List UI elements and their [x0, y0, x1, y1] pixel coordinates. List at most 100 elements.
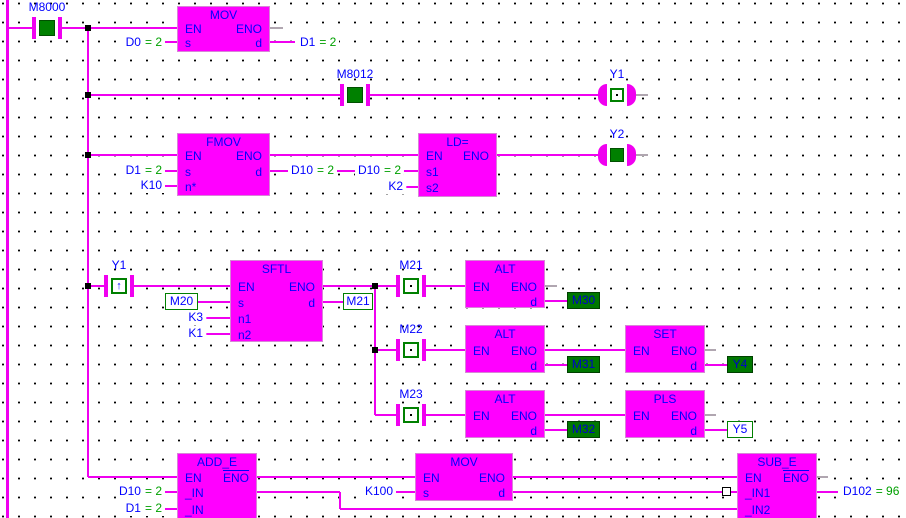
fbd-block-mov-2[interactable]: MOVENENOsd [415, 453, 513, 501]
coil-paren-right-icon [627, 144, 636, 166]
wire [323, 301, 343, 303]
contact-bar-icon [340, 84, 344, 106]
operand-value: = 2 [145, 501, 162, 515]
pin-label: d [690, 423, 697, 439]
operand-label-K2[interactable]: K2 [385, 179, 406, 194]
device-box-M20[interactable]: M20 [165, 293, 198, 310]
wire [705, 429, 727, 431]
wire [636, 94, 648, 96]
operand-label-D0[interactable]: D0 = 2 [123, 35, 165, 50]
operand-label-D1[interactable]: D1 = 2 [123, 501, 165, 516]
ladder-editor-canvas: MOVENENOsdFMOVENENOsdn*LD=ENENOs1s2SFTLE… [0, 0, 906, 518]
wire [636, 154, 648, 156]
contact-state-off-icon [403, 278, 419, 294]
pin-label: s [185, 164, 191, 180]
pin-label: EN [633, 408, 650, 424]
wire-junction [85, 152, 91, 158]
pin-label: ENO [671, 408, 697, 424]
operand-label-D10[interactable]: D10= 2 [355, 163, 404, 178]
pin-label: d [498, 485, 505, 501]
fbd-block-sftl[interactable]: SFTLENENOsdn1n2 [230, 260, 323, 342]
operand-label-K10[interactable]: K10 [138, 178, 165, 193]
device-box-Y4[interactable]: Y4 [727, 356, 753, 373]
fbd-block-fmov[interactable]: FMOVENENOsdn* [177, 133, 270, 196]
wire [545, 300, 567, 302]
pin-label: _IN2 [745, 502, 770, 518]
contact-M8000[interactable] [32, 17, 62, 39]
pin-label: ENO [511, 279, 537, 295]
coil-Y2[interactable] [598, 144, 636, 166]
wire [88, 154, 179, 156]
wire [817, 491, 838, 493]
pin-label: d [690, 358, 697, 374]
wire [513, 491, 737, 493]
contact-Y1[interactable]: ↑ [104, 275, 134, 297]
pin-label: EN [633, 343, 650, 359]
wire-junction [85, 25, 91, 31]
contact-device-label: M22 [371, 322, 451, 336]
contact-rising-edge-icon: ↑ [111, 278, 127, 294]
wire [257, 476, 415, 478]
contact-bar-icon [32, 17, 36, 39]
fbd-block-set[interactable]: SETENENOd [625, 325, 705, 373]
operand-label-D102[interactable]: D102= 96 [840, 484, 902, 499]
pin-label: ENO [479, 470, 505, 486]
operand-label-D1[interactable]: D1= 2 [297, 35, 339, 50]
device-box-M32[interactable]: M32 [567, 421, 600, 438]
device-box-M30[interactable]: M30 [567, 292, 600, 309]
pin-label: EN [185, 148, 202, 164]
pin-label: _IN [185, 485, 204, 501]
operand-label-D10[interactable]: D10= 2 [288, 163, 337, 178]
wire [545, 285, 557, 287]
operand-device: D1 [126, 501, 141, 515]
fbd-block-alt-3[interactable]: ALTENENOd [465, 390, 545, 438]
pin-label: ENO [223, 470, 249, 486]
pin-label: ENO [783, 470, 809, 486]
fbd-block-alt-2[interactable]: ALTENENOd [465, 325, 545, 373]
operand-device: D10 [119, 484, 141, 498]
contact-M22[interactable] [396, 339, 426, 361]
contact-M23[interactable] [396, 404, 426, 426]
block-title: MOV [178, 8, 269, 22]
block-title: SUB_E [738, 455, 816, 469]
coil-Y1[interactable] [598, 84, 636, 106]
pin-label: _IN [185, 502, 204, 518]
pin-label: n1 [238, 311, 251, 327]
fbd-block-pls[interactable]: PLS EN ENOd [625, 390, 705, 438]
operand-label-D1[interactable]: D1= 2 [123, 163, 165, 178]
contact-bar-icon [422, 275, 426, 297]
device-box-Y5[interactable]: Y5 [727, 421, 753, 438]
wire [340, 508, 737, 510]
fbd-block-add-e[interactable]: ADD_EENENO_IN_IN [177, 453, 257, 518]
contact-device-label: M8000 [7, 0, 87, 14]
operand-label-K1[interactable]: K1 [185, 326, 206, 341]
operand-label-K100[interactable]: K100 [362, 484, 396, 499]
pin-label: ENO [671, 343, 697, 359]
block-title: PLS [626, 392, 704, 406]
contact-device-label: M23 [371, 387, 451, 401]
contact-state-on-icon [39, 20, 55, 36]
pin-label: ENO [511, 343, 537, 359]
fbd-block-mov-1[interactable]: MOVENENOsd [177, 6, 270, 52]
device-box-M31[interactable]: M31 [567, 356, 600, 373]
device-box-M21[interactable]: M21 [343, 293, 373, 310]
fbd-block-alt-1[interactable]: ALTENENOd [465, 260, 545, 308]
fbd-block-sub-e[interactable]: SUB_EENENO_IN1_IN2 [737, 453, 817, 518]
operand-device: D0 [126, 35, 141, 49]
fbd-block-ld-eq[interactable]: LD=ENENOs1s2 [418, 133, 497, 197]
operand-label-K3[interactable]: K3 [185, 310, 206, 325]
coil-device-label: Y1 [577, 67, 657, 81]
contact-bar-icon [396, 339, 400, 361]
contact-state-off-icon [403, 407, 419, 423]
wire [257, 491, 340, 493]
wire [323, 285, 465, 287]
wire [545, 414, 625, 416]
operand-device: D10 [358, 163, 380, 177]
block-title: ALT [466, 262, 544, 276]
contact-M8012[interactable] [340, 84, 370, 106]
operand-value: = 2 [145, 35, 162, 49]
pin-label: EN [473, 408, 490, 424]
block-title: ADD_E [178, 455, 256, 469]
contact-M21[interactable] [396, 275, 426, 297]
operand-label-D10[interactable]: D10= 2 [116, 484, 165, 499]
